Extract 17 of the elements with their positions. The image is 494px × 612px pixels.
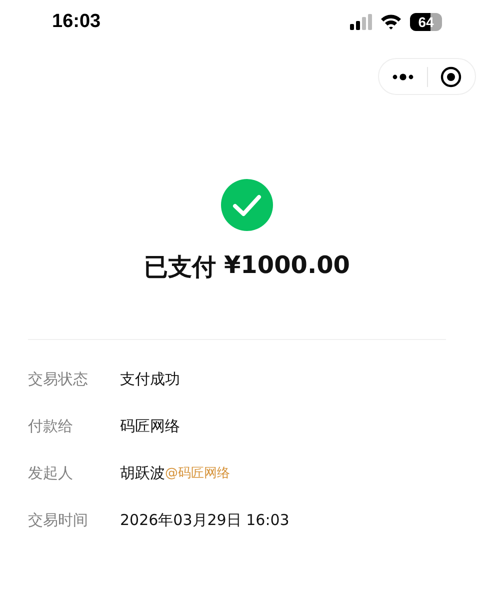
detail-value: 2026年03月29日 16:03 — [120, 510, 290, 530]
detail-label: 付款给 — [28, 416, 74, 436]
detail-value: 胡跃波 — [120, 464, 165, 482]
success-check-icon — [221, 179, 273, 231]
status-time: 16:03 — [52, 11, 101, 33]
detail-value: 码匠网络 — [120, 416, 180, 436]
payment-status: 已支付 — [144, 252, 216, 283]
detail-label: 交易时间 — [28, 510, 89, 530]
detail-value: 支付成功 — [120, 370, 180, 388]
more-icon[interactable] — [392, 72, 414, 80]
detail-label: 发起人 — [28, 464, 74, 482]
payment-amount: ¥1000.00 — [224, 251, 350, 281]
signal-icon — [350, 14, 372, 30]
detail-label: 交易状态 — [28, 370, 89, 388]
close-icon[interactable] — [440, 66, 462, 88]
wifi-icon — [380, 14, 402, 30]
detail-note: @码匠网络 — [165, 465, 230, 482]
